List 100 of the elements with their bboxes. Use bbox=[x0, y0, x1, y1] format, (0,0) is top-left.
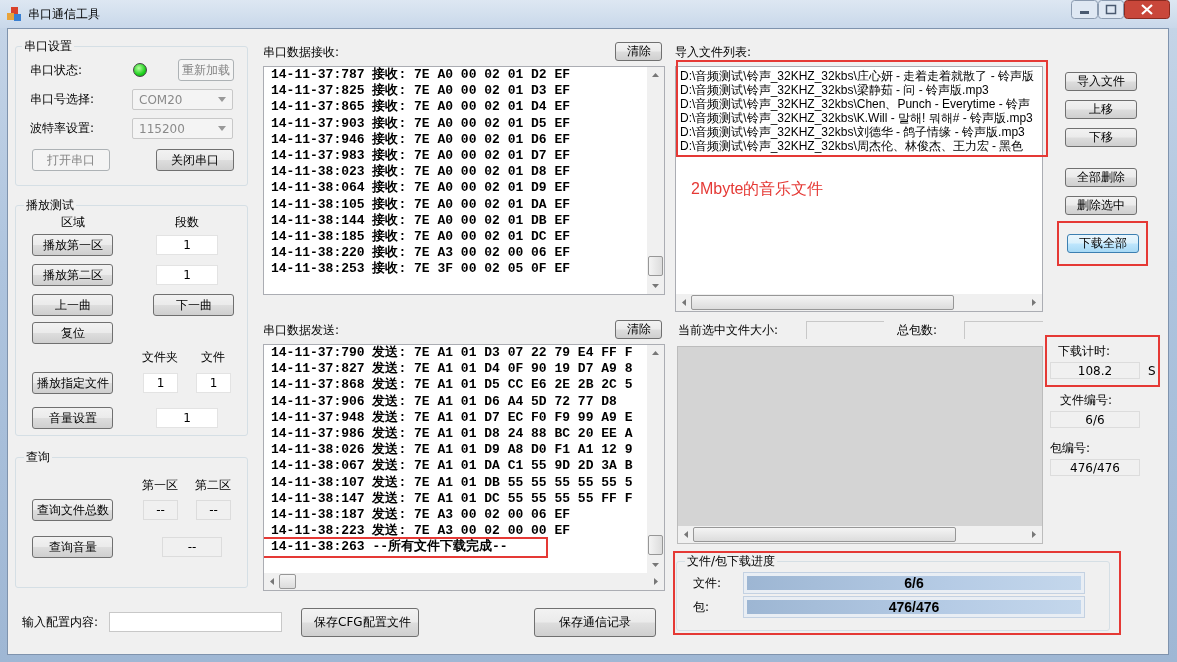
caret-icon bbox=[218, 126, 226, 131]
log-line: 14-11-37:825 接收: 7E A0 00 02 01 D3 EF bbox=[271, 83, 571, 99]
number-field[interactable]: 1 bbox=[196, 373, 231, 393]
group-title: 播放测试 bbox=[25, 197, 75, 214]
number-field[interactable]: 1 bbox=[156, 408, 218, 428]
log-line: 14-11-38:253 接收: 7E 3F 00 02 05 0F EF bbox=[271, 261, 571, 278]
number-field[interactable]: 1 bbox=[143, 373, 178, 393]
save-config-button[interactable]: 保存CFG配置文件 bbox=[301, 607, 420, 637]
field-label: 总包数: bbox=[897, 321, 938, 339]
scroll-right-icon[interactable] bbox=[1032, 531, 1036, 538]
side-button[interactable]: 导入文件 bbox=[1065, 72, 1137, 91]
scroll-up-icon[interactable] bbox=[652, 73, 659, 77]
file-item[interactable]: D:\音频测试\铃声_32KHZ_32kbs\刘德华 - 鸽子情缘 - 铃声版.mp3 bbox=[680, 125, 1025, 139]
play-zone-button[interactable]: 播放第二区 bbox=[32, 264, 113, 286]
play-zone-button[interactable]: 播放第一区 bbox=[32, 234, 113, 256]
log-line: 14-11-38:023 接收: 7E A0 00 02 01 D8 EF bbox=[271, 164, 571, 180]
log-line: 14-11-37:787 接收: 7E A0 00 02 01 D2 EF bbox=[271, 67, 571, 83]
scrollbar[interactable] bbox=[264, 573, 664, 590]
progress-label: 包: bbox=[693, 598, 711, 616]
scrollbar[interactable] bbox=[676, 294, 1042, 311]
group-title: 文件/包下载进度 bbox=[686, 553, 777, 570]
file-item[interactable]: D:\音频测试\铃声_32KHZ_32kbs\庄心妍 - 走着走着就散了 - 铃声版 bbox=[680, 69, 1035, 83]
scrollbar[interactable] bbox=[678, 526, 1042, 543]
section-label: 串口数据发送: bbox=[263, 322, 340, 339]
scrollbar-thumb[interactable] bbox=[279, 574, 296, 589]
query-volume-button[interactable]: 查询音量 bbox=[32, 536, 113, 558]
column-header: 第一区 bbox=[141, 477, 179, 494]
file-number-field: 6/6 bbox=[1050, 411, 1140, 428]
play-file-button[interactable]: 播放指定文件 bbox=[32, 372, 113, 394]
volume-button[interactable]: 音量设置 bbox=[32, 407, 113, 429]
scroll-left-icon[interactable] bbox=[270, 578, 274, 585]
next-button[interactable]: 下一曲 bbox=[153, 294, 234, 316]
log-line: 14-11-38:067 发送: 7E A1 01 DA C1 55 9D 2D 3A B bbox=[271, 458, 633, 475]
previous-button[interactable]: 上一曲 bbox=[32, 294, 113, 316]
field-label: 串口号选择: bbox=[30, 91, 96, 108]
caret-icon bbox=[218, 97, 226, 102]
log-line: 14-11-38:105 接收: 7E A0 00 02 01 DA EF bbox=[271, 196, 571, 213]
scroll-left-icon[interactable] bbox=[684, 531, 688, 538]
column-header: 第二区 bbox=[194, 477, 232, 494]
close-icon[interactable] bbox=[1124, 0, 1170, 19]
minimize-icon[interactable] bbox=[1071, 0, 1098, 19]
file-item[interactable]: D:\音频测试\铃声_32KHZ_32kbs\K.Will - 말해! 뭐해# - 铃声版.mp3 bbox=[680, 111, 1033, 125]
scroll-right-icon[interactable] bbox=[1032, 299, 1036, 306]
log-line: 14-11-38:026 发送: 7E A1 01 D9 A8 D0 F1 A1 12 9 bbox=[271, 442, 633, 458]
reset-button[interactable]: 复位 bbox=[32, 322, 113, 344]
maximize-icon[interactable] bbox=[1098, 0, 1124, 19]
column-header: 文件 bbox=[200, 349, 226, 366]
annotation-text: 2Mbyte的音乐文件 bbox=[691, 179, 824, 199]
close-port-button[interactable]: 关闭串口 bbox=[156, 149, 234, 171]
scrollbar-thumb[interactable] bbox=[648, 535, 663, 555]
scroll-up-icon[interactable] bbox=[652, 351, 659, 355]
query-file-count-button[interactable]: 查询文件总数 bbox=[32, 499, 113, 521]
log-line: 14-11-38:223 发送: 7E A3 00 02 00 00 EF bbox=[271, 523, 571, 539]
unit-label: S bbox=[1148, 363, 1156, 378]
scroll-down-icon[interactable] bbox=[652, 284, 659, 288]
log-line: 14-11-38:144 接收: 7E A0 00 02 01 DB EF bbox=[271, 212, 571, 229]
scrollbar[interactable] bbox=[647, 67, 664, 294]
field-label: 串口状态: bbox=[30, 61, 84, 79]
number-field[interactable]: 1 bbox=[156, 235, 218, 255]
packet-number-field: 476/476 bbox=[1050, 459, 1140, 476]
side-button[interactable]: 全部删除 bbox=[1065, 168, 1137, 187]
side-button[interactable]: 下载全部 bbox=[1066, 234, 1139, 253]
field-label: 文件编号: bbox=[1060, 392, 1114, 409]
log-line: 14-11-38:220 接收: 7E A3 00 02 00 06 EF bbox=[271, 245, 571, 261]
log-line: 14-11-38:147 发送: 7E A1 01 DC 55 55 55 55 FF F bbox=[271, 490, 633, 507]
log-line: 14-11-37:790 发送: 7E A1 01 D3 07 22 79 E4 FF F bbox=[271, 345, 633, 361]
field-label: 波特率设置: bbox=[30, 120, 96, 137]
column-header: 区域 bbox=[59, 214, 86, 231]
clear-button[interactable]: 清除 bbox=[615, 42, 662, 61]
scrollbar-thumb[interactable] bbox=[648, 256, 663, 276]
timer-field: 108.2 bbox=[1050, 362, 1140, 379]
side-button[interactable]: 删除选中 bbox=[1065, 196, 1137, 215]
log-line: 14-11-37:865 接收: 7E A0 00 02 01 D4 EF bbox=[271, 99, 571, 116]
save-log-button[interactable]: 保存通信记录 bbox=[534, 607, 657, 637]
file-item[interactable]: D:\音频测试\铃声_32KHZ_32kbs\周杰伦、林俊杰、王力宏 - 黑色 bbox=[680, 139, 1024, 153]
field-label: 输入配置内容: bbox=[22, 613, 99, 631]
window-title: 串口通信工具 bbox=[28, 5, 100, 23]
scrollbar[interactable] bbox=[647, 345, 664, 573]
log-line: 14-11-38:187 发送: 7E A3 00 02 00 06 EF bbox=[271, 507, 571, 523]
config-input[interactable] bbox=[109, 612, 283, 632]
side-button[interactable]: 下移 bbox=[1065, 128, 1137, 147]
scroll-left-icon[interactable] bbox=[682, 299, 686, 306]
scroll-right-icon[interactable] bbox=[654, 578, 658, 585]
scrollbar-thumb[interactable] bbox=[691, 295, 954, 310]
field-label: 下载计时: bbox=[1058, 343, 1112, 360]
scroll-down-icon[interactable] bbox=[652, 563, 659, 567]
file-item[interactable]: D:\音频测试\铃声_32KHZ_32kbs\Chen、Punch - Everytime - 铃声 bbox=[680, 97, 1031, 111]
progress-label: 文件: bbox=[693, 574, 723, 592]
field-label: 当前选中文件大小: bbox=[678, 321, 779, 339]
file-item[interactable]: D:\音频测试\铃声_32KHZ_32kbs\梁静茹 - 问 - 铃声版.mp3 bbox=[680, 83, 989, 97]
section-label: 导入文件列表: bbox=[675, 44, 752, 61]
number-field[interactable]: 1 bbox=[156, 265, 218, 285]
scrollbar-thumb[interactable] bbox=[693, 527, 956, 542]
field-label: 包编号: bbox=[1050, 440, 1092, 457]
section-label: 串口数据接收: bbox=[263, 44, 340, 61]
log-line: 14-11-38:185 接收: 7E A0 00 02 01 DC EF bbox=[271, 229, 571, 245]
clear-button[interactable]: 清除 bbox=[615, 320, 662, 339]
group-title: 查询 bbox=[25, 449, 51, 466]
side-button[interactable]: 上移 bbox=[1065, 100, 1137, 119]
readonly-field: -- bbox=[143, 500, 178, 520]
